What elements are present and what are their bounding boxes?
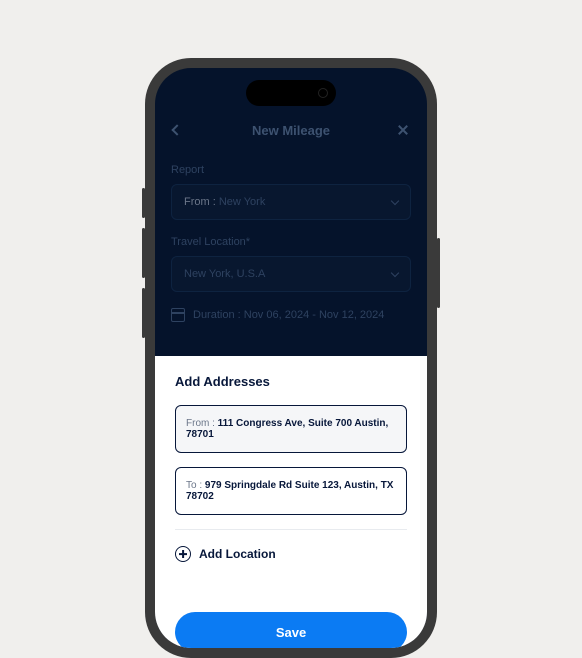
bottom-sheet: Add Addresses From : 111 Congress Ave, S… <box>155 356 427 648</box>
to-address-value: 979 Springdale Rd Suite 123, Austin, TX … <box>186 480 393 502</box>
from-prefix: From : <box>186 418 218 429</box>
close-icon[interactable] <box>397 124 409 136</box>
travel-location-value: New York, U.S.A <box>184 268 265 280</box>
page-title: New Mileage <box>252 123 330 138</box>
divider <box>175 529 407 530</box>
to-address-input[interactable]: To : 979 Springdale Rd Suite 123, Austin… <box>175 467 407 515</box>
save-button[interactable]: Save <box>175 612 407 648</box>
chevron-down-icon <box>391 196 399 204</box>
screen: New Mileage Report From : New York Trave… <box>155 68 427 648</box>
plus-circle-icon <box>175 546 191 562</box>
header-bar: New Mileage <box>155 124 427 136</box>
report-label: Report <box>171 164 411 176</box>
calendar-icon <box>171 308 185 322</box>
back-icon[interactable] <box>171 124 182 135</box>
add-location-label: Add Location <box>199 547 276 561</box>
dynamic-island <box>246 80 336 106</box>
add-location-button[interactable]: Add Location <box>175 546 407 562</box>
duration-text: Duration : Nov 06, 2024 - Nov 12, 2024 <box>193 309 384 321</box>
phone-frame: New Mileage Report From : New York Trave… <box>145 58 437 658</box>
volume-up <box>142 228 145 278</box>
travel-location-label: Travel Location* <box>171 236 411 248</box>
save-label: Save <box>276 625 306 640</box>
power-button <box>437 238 440 308</box>
to-prefix: To : <box>186 480 205 491</box>
volume-switch <box>142 188 145 218</box>
volume-down <box>142 288 145 338</box>
travel-location-select[interactable]: New York, U.S.A <box>171 256 411 292</box>
duration-row[interactable]: Duration : Nov 06, 2024 - Nov 12, 2024 <box>171 308 411 322</box>
chevron-down-icon <box>391 268 399 276</box>
background-form: Report From : New York Travel Location* … <box>171 164 411 322</box>
sheet-title: Add Addresses <box>175 374 407 389</box>
report-select[interactable]: From : New York <box>171 184 411 220</box>
report-value: From : New York <box>184 196 265 208</box>
from-address-input[interactable]: From : 111 Congress Ave, Suite 700 Austi… <box>175 405 407 453</box>
